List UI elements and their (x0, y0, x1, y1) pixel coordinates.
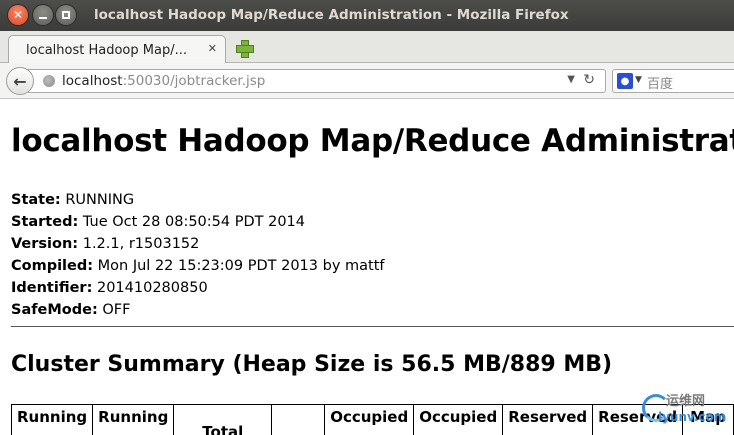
cluster-summary-table: Running Running Total Occupied Occupied … (10, 404, 734, 435)
search-engine-dropdown-icon[interactable]: ▼ (635, 75, 642, 85)
url-bar[interactable]: localhost:50030/jobtracker.jsp ▼ ↻ (28, 69, 606, 93)
minimize-icon (39, 17, 47, 19)
divider (11, 326, 734, 327)
close-icon: ✕ (12, 8, 24, 22)
info-identifier: Identifier: 201410280850 (11, 280, 208, 296)
watermark-text: 运维网 (666, 394, 706, 409)
url-host: localhost (62, 73, 123, 89)
back-button[interactable]: ← (6, 67, 34, 95)
info-compiled: Compiled: Mon Jul 22 15:23:09 PDT 2013 b… (11, 258, 385, 274)
tab-close-icon[interactable]: ✕ (208, 42, 217, 55)
info-state: State: RUNNING (11, 192, 135, 208)
cluster-summary-title: Cluster Summary (Heap Size is 56.5 MB/88… (11, 352, 613, 377)
maximize-icon (62, 11, 70, 19)
tab-strip: localhost Hadoop Map/... ✕ (0, 31, 734, 64)
url-history-dropdown-icon[interactable]: ▼ (567, 74, 575, 85)
search-input[interactable]: 百度 (647, 73, 673, 92)
table-header: Reserved (502, 404, 594, 435)
info-version: Version: 1.2.1, r1503152 (11, 236, 200, 252)
reload-icon[interactable]: ↻ (583, 72, 595, 88)
watermark-url: iyunv.com (658, 410, 727, 424)
search-engine-icon[interactable]: ● (617, 73, 633, 89)
table-header (271, 404, 326, 435)
site-identity-icon[interactable] (43, 75, 55, 87)
info-safemode: SafeMode: OFF (11, 302, 131, 318)
new-tab-icon[interactable] (235, 39, 254, 58)
tab-jobtracker[interactable]: localhost Hadoop Map/... ✕ (8, 35, 226, 64)
url-text[interactable]: localhost:50030/jobtracker.jsp (62, 73, 265, 89)
page-title: localhost Hadoop Map/Reduce Administrati… (11, 123, 734, 159)
navigation-bar: localhost:50030/jobtracker.jsp ▼ ↻ ← ● ▼… (0, 63, 734, 99)
watermark-logo: 运维网 iyunv.com (640, 388, 734, 435)
jobtracker-info: State: RUNNING Started: Tue Oct 28 08:50… (11, 189, 385, 321)
window-maximize-button[interactable] (56, 5, 76, 25)
window-titlebar: ✕ localhost Hadoop Map/Reduce Administra… (0, 0, 734, 31)
info-started: Started: Tue Oct 28 08:50:54 PDT 2014 (11, 214, 305, 230)
table-header: Running (92, 404, 175, 435)
table-header-row: Running Running Total Occupied Occupied … (10, 404, 734, 435)
table-header: Total (173, 404, 273, 435)
tab-label: localhost Hadoop Map/... (26, 42, 187, 58)
table-header: Occupied (413, 404, 504, 435)
table-header: Occupied (324, 404, 415, 435)
window-minimize-button[interactable] (33, 5, 53, 25)
window-title: localhost Hadoop Map/Reduce Administrati… (94, 7, 569, 23)
window-close-button[interactable]: ✕ (8, 5, 28, 25)
back-arrow-icon: ← (13, 71, 27, 91)
table-header: Running (10, 404, 94, 435)
search-bar[interactable]: ● ▼ 百度 (612, 69, 734, 93)
url-path: :50030/jobtracker.jsp (122, 73, 266, 89)
page-content: localhost Hadoop Map/Reduce Administrati… (0, 100, 734, 435)
